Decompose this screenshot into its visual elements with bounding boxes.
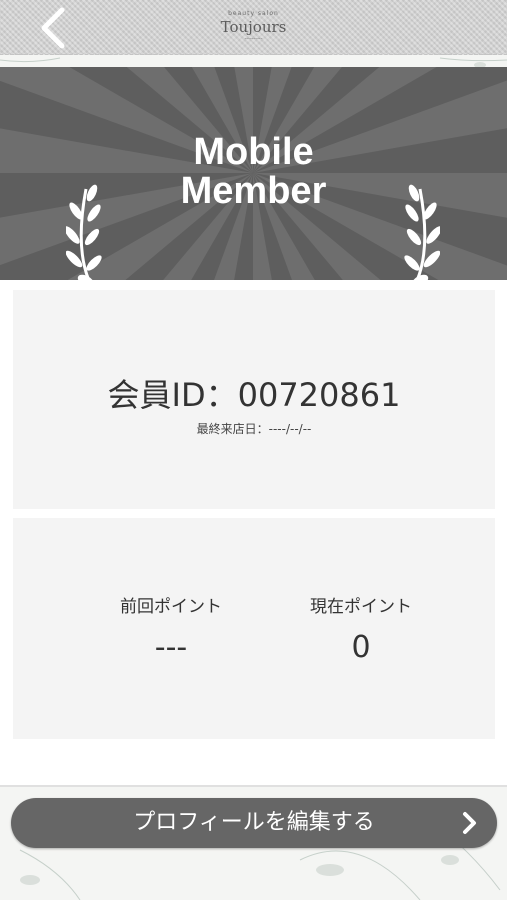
edit-profile-button[interactable]: プロフィールを編集する: [11, 798, 497, 848]
app-header: beauty salon Toujours ----------: [0, 0, 507, 55]
logo-tagline: beauty salon: [228, 10, 279, 17]
mobile-member-banner: Mobile Member: [0, 67, 507, 280]
banner-title-line1: Mobile: [193, 131, 314, 173]
previous-points-value: ---: [154, 630, 188, 665]
points-card: 前回ポイント --- 現在ポイント 0: [13, 518, 495, 739]
previous-points-label: 前回ポイント: [120, 597, 222, 617]
member-id: 会員ID：00720861: [107, 376, 401, 414]
last-visit-date: 最終来店日：----/--/--: [196, 422, 312, 436]
edit-profile-label: プロフィールを編集する: [133, 810, 375, 835]
member-id-card: 会員ID：00720861 最終来店日：----/--/--: [13, 290, 495, 509]
brand-logo: beauty salon Toujours ----------: [0, 10, 507, 42]
logo-subtitle: ----------: [244, 36, 263, 42]
banner-title: Mobile Member: [0, 133, 507, 211]
current-points-label: 現在ポイント: [310, 597, 412, 617]
current-points-value: 0: [351, 630, 371, 665]
logo-brand: Toujours: [220, 18, 287, 36]
banner-title-line2: Member: [180, 170, 327, 212]
chevron-right-icon: [463, 812, 476, 834]
